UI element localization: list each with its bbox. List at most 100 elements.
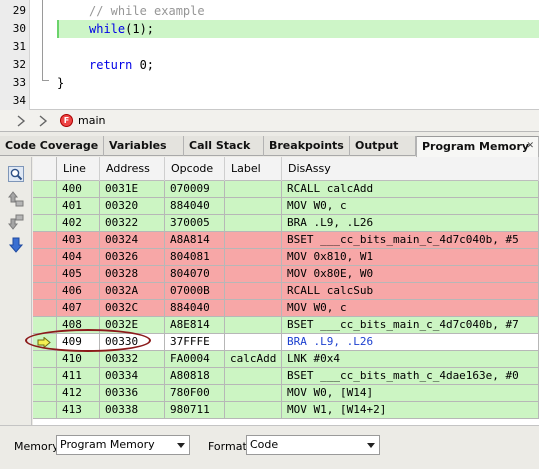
column-header-line[interactable]: Line xyxy=(57,157,100,181)
format-select[interactable]: Code xyxy=(246,435,380,455)
chevron-right-icon[interactable] xyxy=(16,115,26,127)
cell-label xyxy=(225,368,282,385)
row-marker[interactable] xyxy=(33,300,57,317)
breadcrumb: F main xyxy=(0,110,539,132)
row-marker[interactable] xyxy=(33,317,57,334)
cell-label xyxy=(225,215,282,232)
code-text: // while example xyxy=(89,2,205,20)
cell-opcode: 980711 xyxy=(165,402,225,419)
row-marker[interactable] xyxy=(33,368,57,385)
code-line[interactable]: 29 // while example xyxy=(0,2,539,20)
code-line[interactable]: 34 xyxy=(0,92,539,110)
arrow-down-icon[interactable] xyxy=(8,237,24,253)
cell-opcode: 780F00 xyxy=(165,385,225,402)
row-marker[interactable] xyxy=(33,232,57,249)
cell-label xyxy=(225,402,282,419)
column-header-opcode[interactable]: Opcode xyxy=(165,157,225,181)
chevron-right-icon[interactable] xyxy=(38,115,48,127)
table-row[interactable]: 402 00322 370005 BRA .L9, .L26 xyxy=(33,215,539,232)
cell-line: 409 xyxy=(57,334,100,351)
cell-address: 00334 xyxy=(100,368,165,385)
cell-address: 00324 xyxy=(100,232,165,249)
column-header-label[interactable]: Label xyxy=(225,157,282,181)
dropdown-arrow-icon xyxy=(367,443,375,448)
cell-address: 0032E xyxy=(100,317,165,334)
table-row[interactable]: 405 00328 804070 MOV 0x80E, W0 xyxy=(33,266,539,283)
row-marker[interactable] xyxy=(33,385,57,402)
row-marker[interactable] xyxy=(33,351,57,368)
breadcrumb-function-name[interactable]: main xyxy=(78,114,105,127)
search-icon[interactable] xyxy=(8,166,24,182)
cell-address: 00336 xyxy=(100,385,165,402)
memory-options-bar: Memory Program Memory Format Code xyxy=(0,425,539,469)
format-label: Format xyxy=(208,440,247,453)
cell-line: 403 xyxy=(57,232,100,249)
tab-label: Call Stack xyxy=(189,139,251,152)
table-row[interactable]: 409 00330 37FFFE BRA .L9, .L26 xyxy=(33,334,539,351)
cell-disassy: MOV 0x80E, W0 xyxy=(282,266,539,283)
column-header-disassy[interactable]: DisAssy xyxy=(282,157,539,181)
tab-code-coverage[interactable]: Code Coverage xyxy=(0,136,104,156)
row-marker[interactable] xyxy=(33,181,57,198)
step-down-icon[interactable] xyxy=(8,214,24,230)
cell-label xyxy=(225,249,282,266)
row-marker[interactable] xyxy=(33,198,57,215)
cell-line: 413 xyxy=(57,402,100,419)
cell-label xyxy=(225,266,282,283)
code-line[interactable]: 30 while(1); xyxy=(0,20,539,38)
tab-output[interactable]: Output xyxy=(350,136,416,156)
tab-call-stack[interactable]: Call Stack xyxy=(184,136,264,156)
tab-breakpoints[interactable]: Breakpoints xyxy=(264,136,350,156)
cell-opcode: FA0004 xyxy=(165,351,225,368)
table-row[interactable]: 401 00320 884040 MOV W0, c xyxy=(33,198,539,215)
code-line[interactable]: 31 xyxy=(0,38,539,56)
close-icon[interactable]: ✕ xyxy=(526,137,534,156)
table-row[interactable]: 412 00336 780F00 MOV W0, [W14] xyxy=(33,385,539,402)
table-row[interactable]: 407 0032C 884040 MOV W0, c xyxy=(33,300,539,317)
cell-line: 412 xyxy=(57,385,100,402)
cell-line: 404 xyxy=(57,249,100,266)
cell-address: 00326 xyxy=(100,249,165,266)
row-marker[interactable] xyxy=(33,215,57,232)
table-row[interactable]: 413 00338 980711 MOV W1, [W14+2] xyxy=(33,402,539,419)
line-number: 30 xyxy=(12,22,26,35)
cell-opcode: A8E814 xyxy=(165,317,225,334)
table-row[interactable]: 408 0032E A8E814 BSET ___cc_bits_main_c_4d7… xyxy=(33,317,539,334)
table-row[interactable]: 403 00324 A8A814 BSET ___cc_bits_main_c_4d7… xyxy=(33,232,539,249)
program-memory-table[interactable]: Line Address Opcode Label DisAssy 400 003… xyxy=(33,157,539,425)
table-row[interactable]: 404 00326 804081 MOV 0x810, W1 xyxy=(33,249,539,266)
row-marker[interactable] xyxy=(33,402,57,419)
cell-opcode: 804070 xyxy=(165,266,225,283)
cell-disassy: LNK #0x4 xyxy=(282,351,539,368)
memory-select-value: Program Memory xyxy=(60,438,155,451)
cell-address: 0032A xyxy=(100,283,165,300)
cell-disassy: BRA .L9, .L26 xyxy=(282,334,539,351)
code-editor[interactable]: 29 // while example 30 while(1); 31 32 return … xyxy=(0,0,539,110)
table-row[interactable]: 411 00334 A80818 BSET ___cc_bits_math_c_4da… xyxy=(33,368,539,385)
row-marker[interactable] xyxy=(33,249,57,266)
cell-opcode: 07000B xyxy=(165,283,225,300)
column-header-address[interactable]: Address xyxy=(100,157,165,181)
cell-label xyxy=(225,232,282,249)
cell-opcode: 370005 xyxy=(165,215,225,232)
memory-select[interactable]: Program Memory xyxy=(56,435,190,455)
table-row[interactable]: 410 00332 FA0004 calcAdd LNK #0x4 xyxy=(33,351,539,368)
tab-program-memory[interactable]: Program Memory ✕ xyxy=(416,136,539,157)
memory-label: Memory xyxy=(14,440,59,453)
row-marker[interactable] xyxy=(33,266,57,283)
row-marker[interactable] xyxy=(33,283,57,300)
cell-line: 402 xyxy=(57,215,100,232)
cell-address: 00320 xyxy=(100,198,165,215)
code-line[interactable]: 33} xyxy=(0,74,539,92)
tab-label: Variables xyxy=(109,139,167,152)
table-row[interactable]: 406 0032A 07000B RCALL calcSub xyxy=(33,283,539,300)
cell-address: 00338 xyxy=(100,402,165,419)
cell-label xyxy=(225,198,282,215)
code-line[interactable]: 32 return 0; xyxy=(0,56,539,74)
row-marker[interactable] xyxy=(33,334,57,351)
step-up-icon[interactable] xyxy=(8,191,24,207)
cell-disassy: BRA .L9, .L26 xyxy=(282,215,539,232)
table-row[interactable]: 400 0031E 070009 RCALL calcAdd xyxy=(33,181,539,198)
tab-variables[interactable]: Variables xyxy=(104,136,184,156)
cell-line: 401 xyxy=(57,198,100,215)
